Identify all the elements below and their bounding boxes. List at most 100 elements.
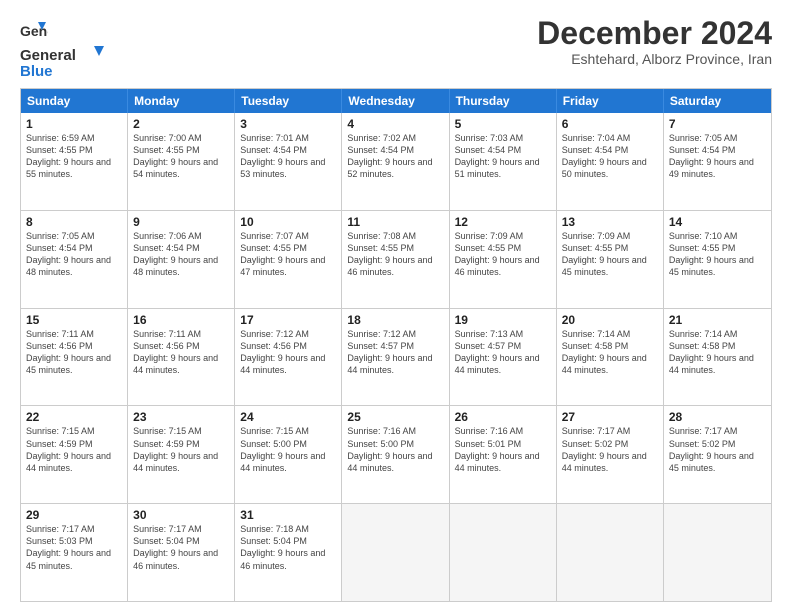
header-thursday: Thursday [450,89,557,113]
day-number: 30 [133,508,229,522]
cell-info: Sunrise: 7:11 AMSunset: 4:56 PMDaylight:… [26,328,122,377]
day-cell-29: 29 Sunrise: 7:17 AMSunset: 5:03 PMDaylig… [21,504,128,601]
logo-area: General General Blue [20,16,110,80]
header-sunday: Sunday [21,89,128,113]
day-cell-6: 6 Sunrise: 7:04 AMSunset: 4:54 PMDayligh… [557,113,664,210]
cell-info: Sunrise: 7:10 AMSunset: 4:55 PMDaylight:… [669,230,766,279]
cell-info: Sunrise: 7:09 AMSunset: 4:55 PMDaylight:… [455,230,551,279]
cell-info: Sunrise: 6:59 AMSunset: 4:55 PMDaylight:… [26,132,122,181]
empty-cell-w4c4 [450,504,557,601]
cell-info: Sunrise: 7:00 AMSunset: 4:55 PMDaylight:… [133,132,229,181]
day-number: 12 [455,215,551,229]
day-number: 9 [133,215,229,229]
cell-info: Sunrise: 7:03 AMSunset: 4:54 PMDaylight:… [455,132,551,181]
empty-cell-w4c3 [342,504,449,601]
day-number: 8 [26,215,122,229]
location-title: Eshtehard, Alborz Province, Iran [537,51,772,67]
day-number: 15 [26,313,122,327]
day-number: 21 [669,313,766,327]
day-cell-11: 11 Sunrise: 7:08 AMSunset: 4:55 PMDaylig… [342,211,449,308]
empty-cell-w4c5 [557,504,664,601]
header-tuesday: Tuesday [235,89,342,113]
cell-info: Sunrise: 7:08 AMSunset: 4:55 PMDaylight:… [347,230,443,279]
day-cell-10: 10 Sunrise: 7:07 AMSunset: 4:55 PMDaylig… [235,211,342,308]
day-cell-9: 9 Sunrise: 7:06 AMSunset: 4:54 PMDayligh… [128,211,235,308]
header-wednesday: Wednesday [342,89,449,113]
day-cell-14: 14 Sunrise: 7:10 AMSunset: 4:55 PMDaylig… [664,211,771,308]
day-number: 24 [240,410,336,424]
cell-info: Sunrise: 7:05 AMSunset: 4:54 PMDaylight:… [669,132,766,181]
day-cell-30: 30 Sunrise: 7:17 AMSunset: 5:04 PMDaylig… [128,504,235,601]
day-cell-26: 26 Sunrise: 7:16 AMSunset: 5:01 PMDaylig… [450,406,557,503]
day-cell-2: 2 Sunrise: 7:00 AMSunset: 4:55 PMDayligh… [128,113,235,210]
cell-info: Sunrise: 7:05 AMSunset: 4:54 PMDaylight:… [26,230,122,279]
header-monday: Monday [128,89,235,113]
day-cell-4: 4 Sunrise: 7:02 AMSunset: 4:54 PMDayligh… [342,113,449,210]
calendar-page: General General Blue December 2024 Eshte… [0,0,792,612]
cell-info: Sunrise: 7:02 AMSunset: 4:54 PMDaylight:… [347,132,443,181]
day-cell-23: 23 Sunrise: 7:15 AMSunset: 4:59 PMDaylig… [128,406,235,503]
cell-info: Sunrise: 7:01 AMSunset: 4:54 PMDaylight:… [240,132,336,181]
day-number: 29 [26,508,122,522]
day-number: 3 [240,117,336,131]
calendar: Sunday Monday Tuesday Wednesday Thursday… [20,88,772,602]
day-cell-24: 24 Sunrise: 7:15 AMSunset: 5:00 PMDaylig… [235,406,342,503]
day-number: 5 [455,117,551,131]
month-title: December 2024 [537,16,772,51]
cell-info: Sunrise: 7:12 AMSunset: 4:57 PMDaylight:… [347,328,443,377]
cell-info: Sunrise: 7:12 AMSunset: 4:56 PMDaylight:… [240,328,336,377]
day-cell-22: 22 Sunrise: 7:15 AMSunset: 4:59 PMDaylig… [21,406,128,503]
cell-info: Sunrise: 7:14 AMSunset: 4:58 PMDaylight:… [669,328,766,377]
cell-info: Sunrise: 7:17 AMSunset: 5:02 PMDaylight:… [669,425,766,474]
day-cell-12: 12 Sunrise: 7:09 AMSunset: 4:55 PMDaylig… [450,211,557,308]
cell-info: Sunrise: 7:17 AMSunset: 5:02 PMDaylight:… [562,425,658,474]
week-row-2: 8 Sunrise: 7:05 AMSunset: 4:54 PMDayligh… [21,210,771,308]
day-number: 20 [562,313,658,327]
day-cell-7: 7 Sunrise: 7:05 AMSunset: 4:54 PMDayligh… [664,113,771,210]
week-row-5: 29 Sunrise: 7:17 AMSunset: 5:03 PMDaylig… [21,503,771,601]
empty-cell-w4c6 [664,504,771,601]
day-number: 26 [455,410,551,424]
day-number: 4 [347,117,443,131]
day-cell-28: 28 Sunrise: 7:17 AMSunset: 5:02 PMDaylig… [664,406,771,503]
day-number: 31 [240,508,336,522]
day-number: 14 [669,215,766,229]
cell-info: Sunrise: 7:18 AMSunset: 5:04 PMDaylight:… [240,523,336,572]
cell-info: Sunrise: 7:09 AMSunset: 4:55 PMDaylight:… [562,230,658,279]
day-number: 27 [562,410,658,424]
day-number: 7 [669,117,766,131]
calendar-header: Sunday Monday Tuesday Wednesday Thursday… [21,89,771,113]
day-cell-5: 5 Sunrise: 7:03 AMSunset: 4:54 PMDayligh… [450,113,557,210]
day-number: 25 [347,410,443,424]
day-number: 6 [562,117,658,131]
cell-info: Sunrise: 7:15 AMSunset: 5:00 PMDaylight:… [240,425,336,474]
cell-info: Sunrise: 7:17 AMSunset: 5:03 PMDaylight:… [26,523,122,572]
cell-info: Sunrise: 7:15 AMSunset: 4:59 PMDaylight:… [133,425,229,474]
logo-text-block: General Blue [20,44,110,80]
day-cell-17: 17 Sunrise: 7:12 AMSunset: 4:56 PMDaylig… [235,309,342,406]
cell-info: Sunrise: 7:04 AMSunset: 4:54 PMDaylight:… [562,132,658,181]
header-saturday: Saturday [664,89,771,113]
day-cell-8: 8 Sunrise: 7:05 AMSunset: 4:54 PMDayligh… [21,211,128,308]
day-number: 19 [455,313,551,327]
day-cell-1: 1 Sunrise: 6:59 AMSunset: 4:55 PMDayligh… [21,113,128,210]
day-cell-20: 20 Sunrise: 7:14 AMSunset: 4:58 PMDaylig… [557,309,664,406]
calendar-body: 1 Sunrise: 6:59 AMSunset: 4:55 PMDayligh… [21,113,771,601]
cell-info: Sunrise: 7:13 AMSunset: 4:57 PMDaylight:… [455,328,551,377]
day-number: 18 [347,313,443,327]
cell-info: Sunrise: 7:14 AMSunset: 4:58 PMDaylight:… [562,328,658,377]
day-cell-19: 19 Sunrise: 7:13 AMSunset: 4:57 PMDaylig… [450,309,557,406]
cell-info: Sunrise: 7:16 AMSunset: 5:01 PMDaylight:… [455,425,551,474]
svg-text:Blue: Blue [20,63,53,80]
week-row-4: 22 Sunrise: 7:15 AMSunset: 4:59 PMDaylig… [21,405,771,503]
day-number: 1 [26,117,122,131]
day-number: 23 [133,410,229,424]
title-area: December 2024 Eshtehard, Alborz Province… [537,16,772,67]
day-number: 11 [347,215,443,229]
day-number: 16 [133,313,229,327]
cell-info: Sunrise: 7:17 AMSunset: 5:04 PMDaylight:… [133,523,229,572]
day-number: 2 [133,117,229,131]
day-cell-18: 18 Sunrise: 7:12 AMSunset: 4:57 PMDaylig… [342,309,449,406]
day-cell-13: 13 Sunrise: 7:09 AMSunset: 4:55 PMDaylig… [557,211,664,308]
logo-icon: General [20,16,48,44]
